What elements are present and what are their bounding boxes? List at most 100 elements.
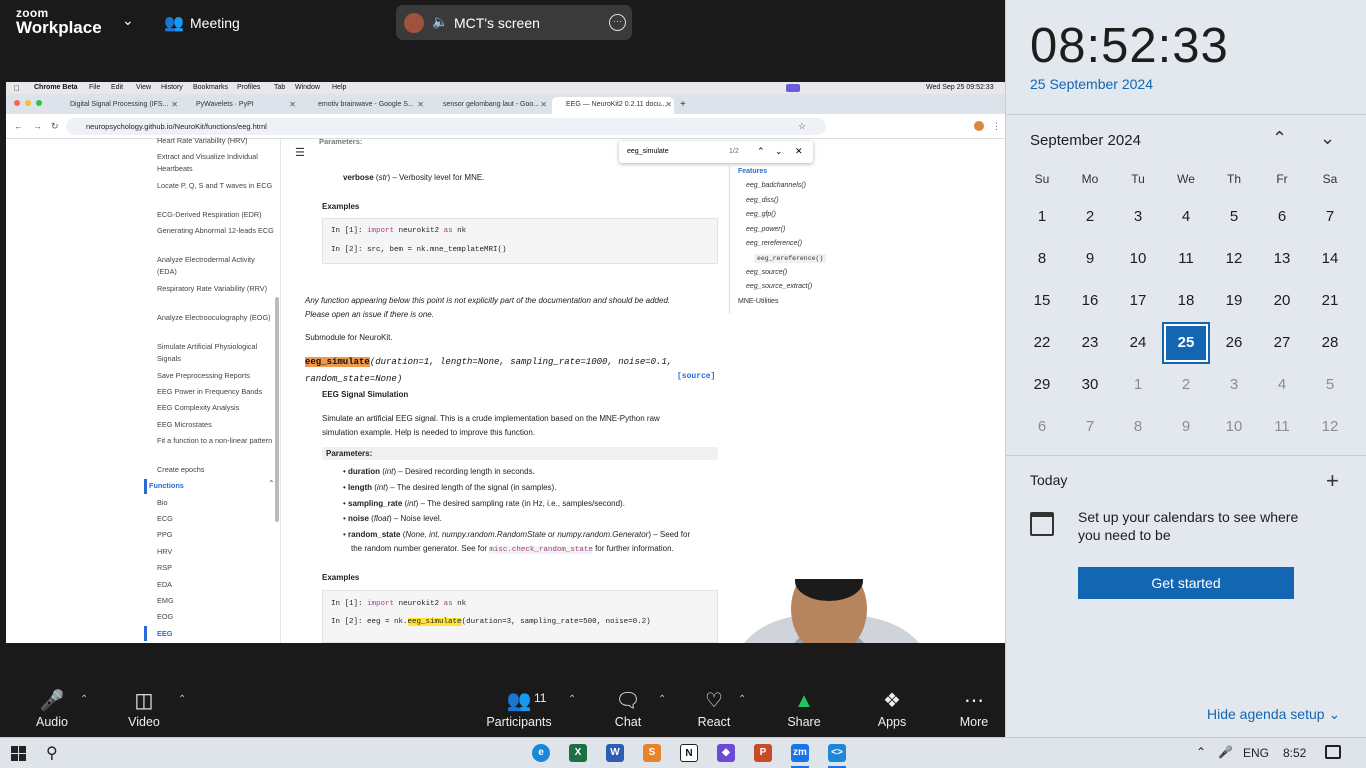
- sidebar-item[interactable]: Simulate Artificial Physiological Signal…: [157, 341, 275, 365]
- powerpoint-icon[interactable]: P: [754, 744, 772, 762]
- apps-button[interactable]: ❖ Apps: [870, 690, 914, 729]
- chat-options-icon[interactable]: ⌃: [658, 694, 666, 705]
- add-event-icon[interactable]: +: [1326, 468, 1339, 494]
- calendar-day[interactable]: 7: [1308, 198, 1352, 236]
- share-button[interactable]: ▲ Share: [782, 690, 826, 729]
- find-input[interactable]: eeg_simulate: [627, 148, 669, 155]
- close-tab-icon[interactable]: ✕: [289, 100, 296, 109]
- maximize-window-icon[interactable]: [36, 100, 42, 106]
- calendar-day[interactable]: 17: [1116, 282, 1160, 320]
- close-window-icon[interactable]: [14, 100, 20, 106]
- menu-help[interactable]: Help: [332, 84, 346, 91]
- search-icon[interactable]: ⚲: [46, 743, 58, 763]
- bookmark-star-icon[interactable]: ☆: [798, 121, 806, 132]
- calendar-day[interactable]: 10: [1212, 408, 1256, 446]
- toc-item-active[interactable]: eeg_rereference(): [754, 254, 827, 263]
- calendar-day[interactable]: 4: [1260, 366, 1304, 404]
- calendar-day[interactable]: 1: [1020, 198, 1064, 236]
- menu-view[interactable]: View: [136, 84, 151, 91]
- toc-item[interactable]: eeg_diss(): [746, 197, 779, 204]
- calendar-day[interactable]: 4: [1164, 198, 1208, 236]
- calendar-day[interactable]: 28: [1308, 324, 1352, 362]
- sidebar-item[interactable]: EEG Complexity Analysis: [157, 402, 275, 414]
- reload-icon[interactable]: ↻: [51, 121, 59, 132]
- windows-start-icon[interactable]: [11, 746, 26, 761]
- sidebar-scrollbar[interactable]: [275, 297, 279, 522]
- prev-month-icon[interactable]: ⌃: [1272, 128, 1287, 149]
- more-button[interactable]: ⋯ More: [952, 690, 996, 729]
- calendar-day[interactable]: 20: [1260, 282, 1304, 320]
- sidebar-item[interactable]: EEG Microstates: [157, 419, 275, 431]
- hide-agenda-link[interactable]: Hide agenda setup ⌄: [1207, 706, 1340, 723]
- url-field[interactable]: neuropsychology.github.io/NeuroKit/funct…: [66, 118, 826, 135]
- profile-avatar[interactable]: [974, 121, 984, 131]
- calendar-day[interactable]: 5: [1308, 366, 1352, 404]
- menu-window[interactable]: Window: [295, 84, 320, 91]
- calendar-day[interactable]: 12: [1212, 240, 1256, 278]
- notifications-icon[interactable]: [1325, 745, 1341, 759]
- browser-menu-icon[interactable]: ⋮: [992, 121, 1001, 132]
- sidebar-item[interactable]: Create epochs: [157, 464, 275, 476]
- zoom-app-icon[interactable]: zm: [791, 744, 809, 762]
- calendar-day[interactable]: 3: [1116, 198, 1160, 236]
- forward-icon[interactable]: →: [33, 121, 42, 131]
- more-options-icon[interactable]: ···: [609, 14, 626, 31]
- notion-icon[interactable]: N: [680, 744, 698, 762]
- calendar-day[interactable]: 24: [1116, 324, 1160, 362]
- video-button[interactable]: ◫ Video: [122, 690, 166, 729]
- chevron-up-icon[interactable]: ⌃: [268, 479, 275, 488]
- next-month-icon[interactable]: ⌄: [1320, 128, 1335, 149]
- menu-file[interactable]: File: [89, 84, 100, 91]
- react-options-icon[interactable]: ⌃: [738, 694, 746, 705]
- sidebar-function[interactable]: HRV: [157, 546, 275, 558]
- menu-history[interactable]: History: [161, 84, 183, 91]
- calendar-day[interactable]: 19: [1212, 282, 1256, 320]
- source-link[interactable]: [source]: [677, 372, 715, 381]
- calendar-day[interactable]: 2: [1164, 366, 1208, 404]
- sidebar-function[interactable]: RSP: [157, 562, 275, 574]
- obsidian-icon[interactable]: ◆: [717, 744, 735, 762]
- calendar-day[interactable]: 13: [1260, 240, 1304, 278]
- sidebar-item[interactable]: Analyze Electrooculography (EOG): [157, 312, 275, 324]
- react-button[interactable]: ♡ React: [692, 690, 736, 729]
- calendar-day[interactable]: 14: [1308, 240, 1352, 278]
- month-title[interactable]: September 2024: [1030, 132, 1141, 149]
- sidebar-item[interactable]: Fit a function to a non-linear pattern: [157, 435, 275, 447]
- back-icon[interactable]: ←: [14, 121, 23, 131]
- sidebar-function[interactable]: EDA: [157, 579, 275, 591]
- excel-icon[interactable]: X: [569, 744, 587, 762]
- calendar-day[interactable]: 27: [1260, 324, 1304, 362]
- chevron-down-icon[interactable]: ⌄: [122, 12, 134, 29]
- calendar-day[interactable]: 25: [1162, 322, 1210, 364]
- toc-item[interactable]: eeg_rereference(): [746, 240, 802, 247]
- chat-button[interactable]: 🗨 Chat: [608, 690, 648, 729]
- calendar-day[interactable]: 22: [1020, 324, 1064, 362]
- sidebar-section-functions[interactable]: Functions: [149, 480, 267, 492]
- share-indicator[interactable]: 🔈 MCT's screen ···: [396, 5, 632, 40]
- calendar-day[interactable]: 23: [1068, 324, 1112, 362]
- sidebar-function-active[interactable]: EEG: [157, 628, 275, 640]
- calendar-day[interactable]: 16: [1068, 282, 1112, 320]
- close-tab-icon[interactable]: ✕: [540, 100, 547, 109]
- menu-tab[interactable]: Tab: [274, 84, 285, 91]
- calendar-day[interactable]: 15: [1020, 282, 1064, 320]
- toc-item[interactable]: eeg_power(): [746, 226, 785, 233]
- tab-dsp[interactable]: Digital Signal Processing (IFS... ✕: [56, 97, 180, 114]
- sidebar-item[interactable]: Generating Abnormal 12-leads ECG: [157, 225, 275, 237]
- toc-item[interactable]: eeg_source(): [746, 269, 787, 276]
- calendar-day[interactable]: 30: [1068, 366, 1112, 404]
- sidebar-function[interactable]: EMG: [157, 595, 275, 607]
- tab-pywavelets[interactable]: PyWavelets · PyPI ✕: [182, 97, 298, 114]
- calendar-day[interactable]: 9: [1164, 408, 1208, 446]
- sidebar-item[interactable]: EEG Power in Frequency Bands: [157, 386, 275, 398]
- calendar-day[interactable]: 12: [1308, 408, 1352, 446]
- sidebar-function[interactable]: EOG: [157, 611, 275, 623]
- calendar-day[interactable]: 11: [1260, 408, 1304, 446]
- calendar-day[interactable]: 3: [1212, 366, 1256, 404]
- sidebar-item[interactable]: Heart Rate Variability (HRV): [157, 135, 275, 147]
- close-tab-icon[interactable]: ✕: [171, 100, 178, 109]
- toc-item[interactable]: MNE-Utilities: [738, 298, 778, 305]
- minimize-window-icon[interactable]: [25, 100, 31, 106]
- calendar-day[interactable]: 9: [1068, 240, 1112, 278]
- calendar-day[interactable]: 29: [1020, 366, 1064, 404]
